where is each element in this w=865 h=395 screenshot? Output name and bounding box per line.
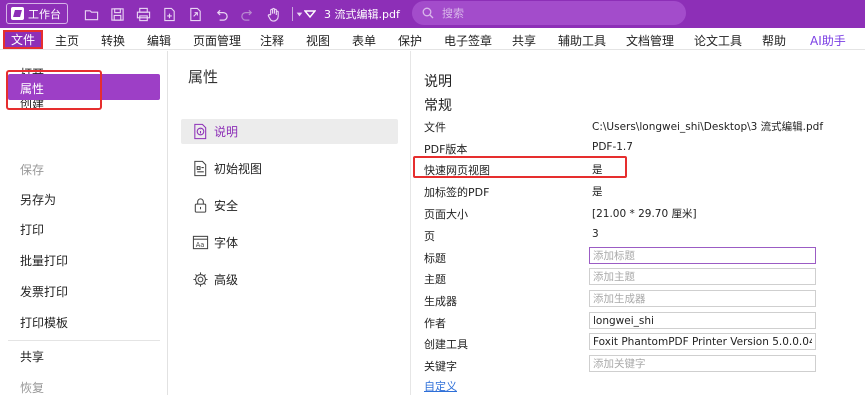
menu-help[interactable]: 帮助: [762, 32, 786, 49]
sidebar-divider: [8, 340, 160, 341]
menu-comment[interactable]: 注释: [260, 32, 284, 49]
label-pdf-version: PDF版本: [424, 143, 468, 156]
search-box[interactable]: 搜索: [412, 1, 686, 25]
hand-tool-icon[interactable]: [262, 5, 284, 23]
sidebar-item-print[interactable]: 打印: [20, 221, 44, 238]
export-icon[interactable]: [184, 5, 206, 23]
menu-edit[interactable]: 编辑: [147, 32, 171, 49]
new-document-icon[interactable]: [158, 5, 180, 23]
menu-thesis-tools[interactable]: 论文工具: [694, 32, 742, 49]
panel-divider: [410, 51, 411, 395]
menu-convert[interactable]: 转换: [101, 32, 125, 49]
value-pdf-version: PDF-1.7: [592, 141, 633, 153]
label-keywords: 关键字: [424, 360, 457, 373]
nav-item-description[interactable]: 说明: [192, 123, 238, 140]
print-icon[interactable]: [132, 5, 154, 23]
nav-item-label: 字体: [214, 236, 239, 250]
producer-input[interactable]: [589, 290, 816, 307]
chevron-down-icon: [304, 10, 316, 19]
menu-protect[interactable]: 保护: [398, 32, 422, 49]
lock-icon: [194, 198, 207, 213]
initial-view-icon: [194, 160, 207, 177]
label-tagged-pdf: 加标签的PDF: [424, 186, 490, 199]
toolbar-separator: [292, 7, 293, 21]
menu-file-label: 文件: [10, 33, 35, 47]
author-input[interactable]: [589, 312, 816, 329]
value-page-size: [21.00 * 29.70 厘米]: [592, 208, 697, 220]
svg-text:Aa: Aa: [196, 241, 205, 249]
menu-doc-manage[interactable]: 文档管理: [626, 32, 674, 49]
menu-form[interactable]: 表单: [352, 32, 376, 49]
search-placeholder: 搜索: [442, 7, 464, 20]
menu-bar: 主页 转换 编辑 页面管理 注释 视图 表单 保护 电子签章 共享 辅助工具 文…: [0, 28, 865, 50]
title-bar: 工作台 3 流式编辑.pdf 搜索: [0, 0, 865, 28]
keywords-input[interactable]: [589, 355, 816, 372]
nav-item-label: 说明: [214, 125, 239, 139]
document-tab-title: 3 流式编辑.pdf: [324, 8, 400, 21]
menu-e-signature[interactable]: 电子签章: [444, 32, 492, 49]
label-subject: 主题: [424, 273, 446, 286]
nav-item-label: 高级: [214, 273, 239, 287]
section-general: 常规: [424, 98, 452, 114]
nav-item-label: 安全: [214, 199, 239, 213]
sidebar-item-restore[interactable]: 恢复: [20, 379, 44, 395]
properties-title: 属性: [188, 68, 219, 86]
redo-icon[interactable]: [236, 5, 258, 23]
highlight-box-properties: [6, 70, 102, 110]
custom-link[interactable]: 自定义: [424, 378, 457, 394]
menu-view[interactable]: 视图: [306, 32, 330, 49]
font-icon: Aa: [192, 235, 209, 249]
sidebar-item-print-template[interactable]: 打印模板: [20, 314, 68, 331]
sidebar-item-save-as[interactable]: 另存为: [20, 191, 56, 208]
value-file: C:\Users\longwei_shi\Desktop\3 流式编辑.pdf: [592, 121, 824, 133]
label-title: 标题: [424, 252, 446, 265]
sidebar-item-share[interactable]: 共享: [20, 348, 44, 365]
nav-item-label: 初始视图: [214, 162, 263, 176]
undo-icon[interactable]: [210, 5, 232, 23]
label-author: 作者: [424, 317, 446, 330]
open-folder-icon[interactable]: [80, 5, 102, 23]
sidebar-item-save[interactable]: 保存: [20, 161, 44, 178]
menu-home[interactable]: 主页: [55, 32, 79, 49]
value-tagged-pdf: 是: [592, 186, 603, 198]
workspace-button[interactable]: 工作台: [6, 3, 68, 24]
nav-item-advanced[interactable]: 高级: [192, 271, 238, 288]
details-heading: 说明: [424, 74, 452, 90]
nav-item-security[interactable]: 安全: [192, 197, 238, 214]
document-tab[interactable]: 3 流式编辑.pdf: [304, 6, 400, 22]
menu-ai-assistant[interactable]: AI助手: [810, 32, 846, 49]
title-input[interactable]: [589, 247, 816, 264]
sidebar-item-invoice-print[interactable]: 发票打印: [20, 283, 68, 300]
label-pages: 页: [424, 230, 435, 243]
nav-item-initial-view[interactable]: 初始视图: [192, 160, 262, 177]
workspace-label: 工作台: [28, 7, 61, 21]
creator-tool-input[interactable]: [589, 333, 816, 350]
gear-icon: [193, 272, 208, 287]
label-creator-tool: 创建工具: [424, 338, 468, 351]
menu-share[interactable]: 共享: [512, 32, 536, 49]
app-logo-icon: [11, 7, 24, 20]
menu-accessibility[interactable]: 辅助工具: [558, 32, 606, 49]
label-file: 文件: [424, 121, 446, 134]
value-pages: 3: [592, 228, 599, 240]
label-page-size: 页面大小: [424, 208, 468, 221]
menu-file-tab[interactable]: 文件: [3, 30, 43, 49]
menu-page-manage[interactable]: 页面管理: [193, 32, 241, 49]
quick-access-toolbar: [80, 5, 310, 23]
sidebar-item-batch-print[interactable]: 批量打印: [20, 252, 68, 269]
search-icon: [422, 7, 434, 19]
label-producer: 生成器: [424, 295, 457, 308]
document-info-icon: [194, 123, 207, 140]
highlight-box-fast-web-view: [413, 156, 627, 178]
subject-input[interactable]: [589, 268, 816, 285]
nav-item-fonts[interactable]: Aa 字体: [192, 234, 238, 251]
save-icon[interactable]: [106, 5, 128, 23]
